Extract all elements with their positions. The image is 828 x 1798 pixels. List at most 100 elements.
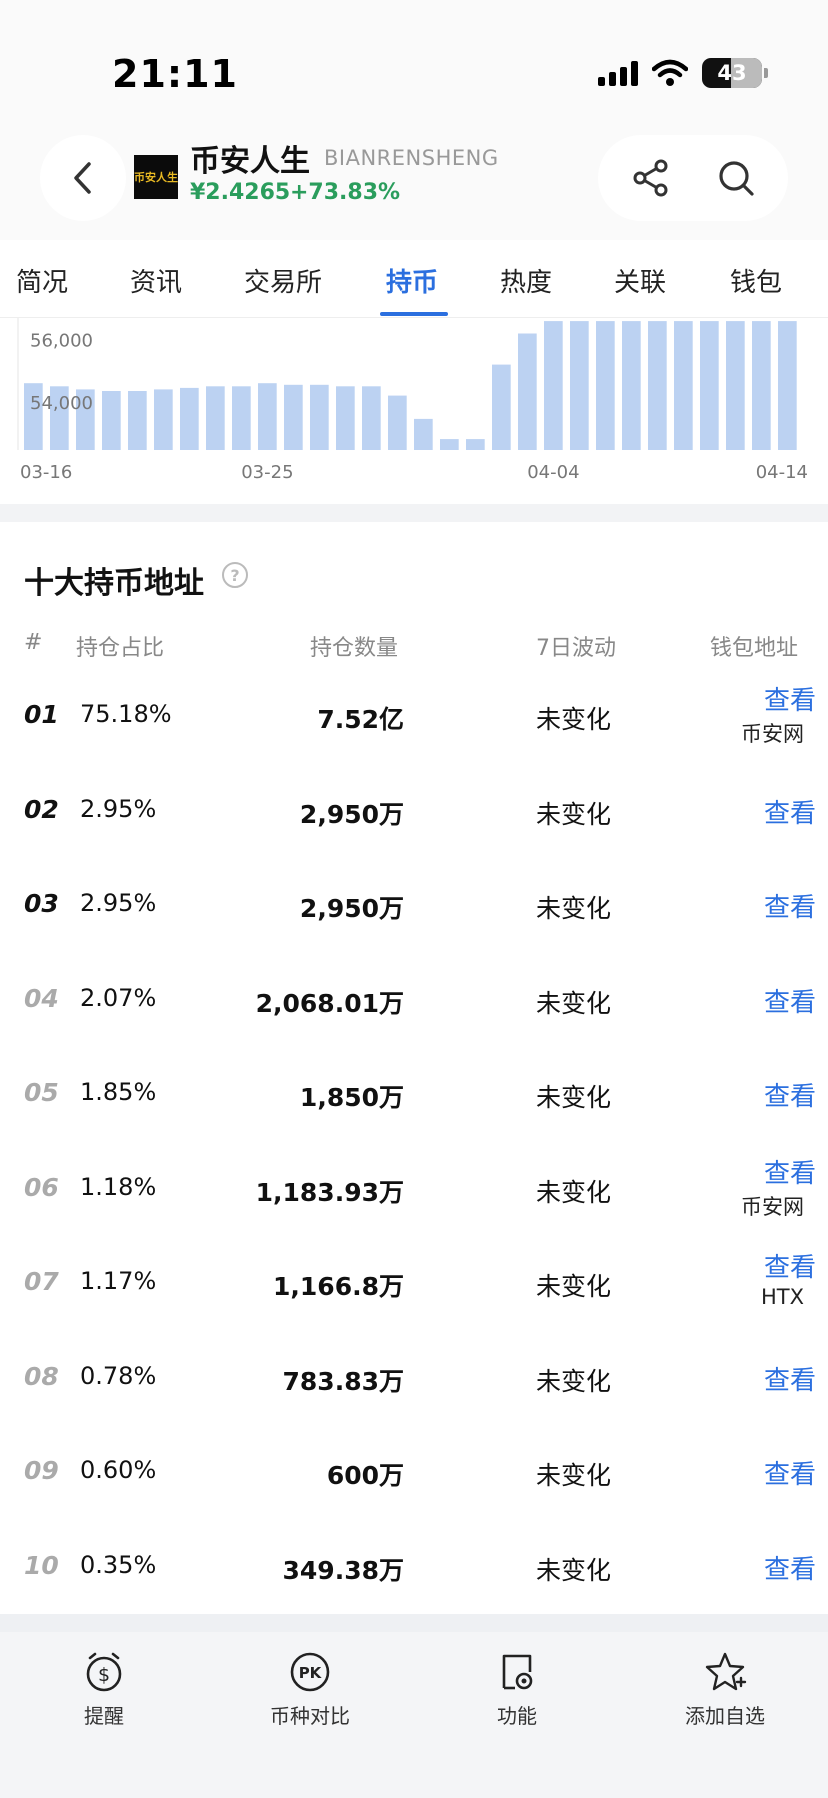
row-share: 1.17% bbox=[80, 1267, 157, 1295]
row-change: 未变化 bbox=[536, 1177, 612, 1207]
view-address-link[interactable]: 查看 bbox=[764, 1247, 816, 1284]
add-watchlist-button[interactable]: 添加自选 bbox=[655, 1650, 795, 1729]
row-share: 75.18% bbox=[80, 700, 172, 728]
x-tick-label: 04-04 bbox=[527, 462, 579, 483]
coin-name: 币安人生 bbox=[190, 144, 310, 179]
row-amount: 7.52亿 bbox=[317, 705, 404, 734]
view-address-link[interactable]: 查看 bbox=[764, 793, 816, 830]
view-address-link[interactable]: 查看 bbox=[764, 680, 816, 717]
toolbar-divider bbox=[0, 1614, 828, 1632]
row-share: 2.95% bbox=[80, 889, 157, 917]
row-share: 0.60% bbox=[80, 1456, 157, 1484]
tab-overview[interactable]: 简况 bbox=[16, 262, 68, 299]
table-row: 02 2.95% 2,950万 未变化 查看 bbox=[0, 767, 828, 862]
row-amount: 2,950万 bbox=[299, 799, 404, 829]
row-amount: 349.38万 bbox=[282, 1555, 404, 1585]
coin-symbol: BIANRENSHENG bbox=[324, 146, 499, 170]
section-divider bbox=[0, 504, 828, 522]
tool-label: 功能 bbox=[497, 1704, 537, 1728]
view-address-link[interactable]: 查看 bbox=[764, 1076, 816, 1113]
chart-bar bbox=[440, 439, 459, 450]
chart-bar bbox=[310, 384, 329, 450]
row-amount: 1,850万 bbox=[299, 1083, 404, 1112]
row-share: 2.95% bbox=[80, 794, 157, 823]
view-address-link[interactable]: 查看 bbox=[764, 1549, 816, 1586]
back-button[interactable] bbox=[40, 135, 126, 221]
tool-label: 添加自选 bbox=[685, 1704, 765, 1728]
tab-related[interactable]: 关联 bbox=[614, 262, 666, 299]
bottom-toolbar: $ 提醒 PK 币种对比 功能 添加自选 bbox=[0, 1632, 828, 1798]
view-address-link[interactable]: 查看 bbox=[764, 1153, 816, 1190]
chart-bar bbox=[492, 364, 511, 450]
row-share: 1.18% bbox=[80, 1172, 157, 1201]
chart-bar bbox=[206, 386, 225, 450]
y-tick-label: 56,000 bbox=[30, 331, 93, 352]
table-row: 09 0.60% 600万 未变化 查看 bbox=[0, 1428, 828, 1523]
chart-bar bbox=[778, 321, 797, 450]
row-change: 未变化 bbox=[536, 1083, 612, 1112]
tab-exchanges[interactable]: 交易所 bbox=[244, 262, 322, 299]
table-row: 06 1.18% 1,183.93万 未变化 查看 币安网 bbox=[0, 1145, 828, 1240]
table-row: 01 75.18% 7.52亿 未变化 查看 币安网 bbox=[0, 672, 828, 767]
column-share: 持仓占比 bbox=[76, 636, 165, 661]
column-change: 7日波动 bbox=[536, 636, 616, 661]
row-rank: 10 bbox=[24, 1550, 59, 1580]
row-amount: 2,950万 bbox=[299, 894, 404, 923]
functions-button[interactable]: 功能 bbox=[447, 1650, 587, 1729]
question-circle-icon[interactable]: ? bbox=[222, 562, 248, 588]
row-share: 1.85% bbox=[80, 1078, 157, 1106]
battery-level: 43 bbox=[717, 61, 747, 85]
table-header: # 持仓占比 持仓数量 7日波动 钱包地址 bbox=[0, 630, 828, 666]
star-add-icon bbox=[703, 1650, 747, 1694]
row-change: 未变化 bbox=[536, 1461, 612, 1490]
holders-count-chart: 56,000 54,000 03-16 03-25 04-04 04-14 bbox=[0, 318, 828, 504]
tab-holdings[interactable]: 持币 bbox=[386, 262, 438, 299]
row-change: 未变化 bbox=[536, 705, 612, 734]
table-row: 08 0.78% 783.83万 未变化 查看 bbox=[0, 1334, 828, 1429]
svg-text:PK: PK bbox=[299, 1664, 323, 1682]
column-rank: # bbox=[24, 630, 43, 655]
search-icon[interactable] bbox=[716, 158, 756, 198]
view-address-link[interactable]: 查看 bbox=[764, 982, 816, 1019]
x-tick-label: 03-16 bbox=[20, 462, 72, 483]
active-tab-indicator bbox=[380, 312, 448, 316]
chart-bar bbox=[570, 321, 589, 450]
tab-bar: 简况 资讯 交易所 持币 热度 关联 钱包 bbox=[0, 240, 828, 318]
view-address-link[interactable]: 查看 bbox=[764, 887, 816, 924]
row-share: 2.07% bbox=[80, 983, 157, 1012]
tool-label: 提醒 bbox=[84, 1704, 124, 1728]
row-change: 未变化 bbox=[536, 1555, 612, 1585]
alarm-dollar-icon: $ bbox=[82, 1650, 126, 1694]
x-tick-label: 04-14 bbox=[756, 462, 808, 483]
chart-bar bbox=[466, 439, 485, 450]
row-rank: 02 bbox=[24, 794, 59, 824]
pk-compare-icon: PK bbox=[288, 1650, 332, 1694]
wifi-icon bbox=[652, 59, 688, 86]
chart-bar bbox=[648, 321, 667, 450]
tab-popularity[interactable]: 热度 bbox=[500, 262, 552, 299]
view-address-link[interactable]: 查看 bbox=[764, 1454, 816, 1491]
battery-icon: 43 bbox=[702, 58, 768, 88]
row-change: 未变化 bbox=[536, 988, 612, 1018]
view-address-link[interactable]: 查看 bbox=[764, 1360, 816, 1397]
status-icons: 43 bbox=[598, 58, 768, 88]
row-rank: 07 bbox=[24, 1267, 59, 1296]
chart-bar bbox=[102, 391, 121, 450]
bar-chart: 56,000 54,000 03-16 03-25 04-04 04-14 bbox=[17, 318, 808, 483]
chart-bar bbox=[336, 386, 355, 450]
tab-wallet[interactable]: 钱包 bbox=[730, 262, 782, 299]
row-rank: 06 bbox=[24, 1172, 59, 1202]
table-row: 05 1.85% 1,850万 未变化 查看 bbox=[0, 1050, 828, 1145]
share-icon[interactable] bbox=[631, 158, 671, 198]
chart-bar bbox=[544, 321, 563, 450]
coin-change: +73.83% bbox=[290, 180, 401, 205]
chart-bar bbox=[622, 321, 641, 450]
row-rank: 08 bbox=[24, 1361, 59, 1391]
alert-button[interactable]: $ 提醒 bbox=[34, 1650, 174, 1729]
row-amount: 2,068.01万 bbox=[255, 988, 404, 1018]
chart-bar bbox=[752, 321, 771, 450]
tab-news[interactable]: 资讯 bbox=[130, 262, 182, 299]
coin-logo: 币安人生 bbox=[134, 155, 178, 199]
table-row: 03 2.95% 2,950万 未变化 查看 bbox=[0, 861, 828, 956]
compare-button[interactable]: PK 币种对比 bbox=[240, 1650, 380, 1729]
